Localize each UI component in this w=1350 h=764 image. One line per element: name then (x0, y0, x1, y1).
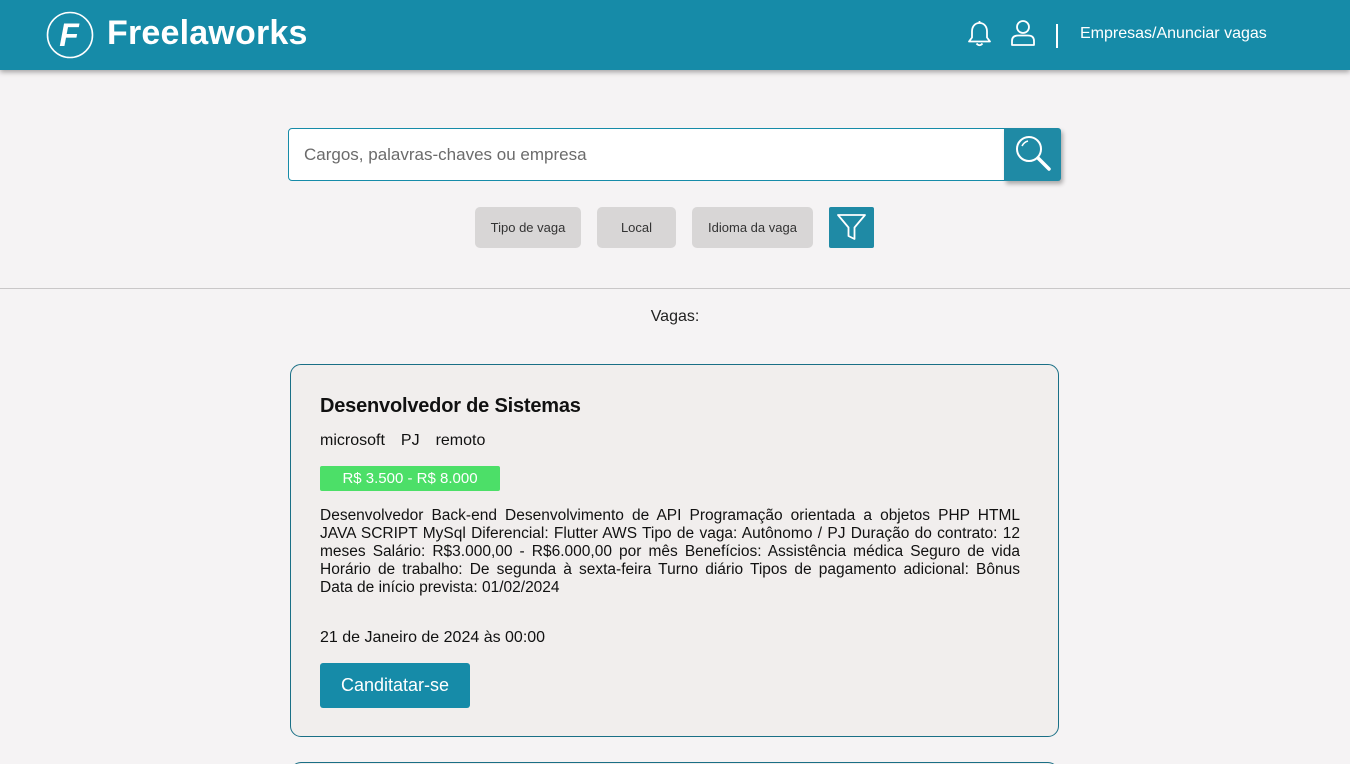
apply-button[interactable]: Canditatar-se (320, 663, 470, 708)
job-description: Desenvolvedor Back-end Desenvolvimento d… (320, 507, 1020, 596)
job-card: Desenvolvedor de Sistemas microsoft PJ r… (290, 364, 1059, 737)
top-navbar: F Freelaworks Empresas/Anunciar vagas (0, 0, 1350, 70)
section-divider (0, 288, 1350, 289)
job-posted-date: 21 de Janeiro de 2024 às 00:00 (320, 629, 546, 646)
svg-text:F: F (59, 17, 80, 53)
salary-badge: R$ 3.500 - R$ 8.000 (320, 466, 500, 491)
search-box (288, 128, 1006, 181)
jobs-section-title: Vagas: (650, 308, 700, 325)
job-language-filter[interactable]: Idioma da vaga (692, 207, 813, 248)
brand-name[interactable]: Freelaworks (107, 14, 308, 53)
bell-icon[interactable] (966, 20, 993, 48)
search-button[interactable] (1004, 128, 1061, 181)
work-mode-tag: remoto (435, 432, 486, 449)
search-input[interactable] (289, 129, 1005, 180)
header-divider (1056, 24, 1058, 48)
contract-type-tag: PJ (400, 432, 420, 449)
user-icon[interactable] (1010, 19, 1036, 47)
funnel-icon (837, 214, 866, 240)
location-filter[interactable]: Local (597, 207, 676, 248)
search-icon (1016, 136, 1051, 171)
companies-post-jobs-link[interactable]: Empresas/Anunciar vagas (1080, 25, 1267, 43)
filter-button[interactable] (829, 207, 874, 248)
company-tag: microsoft (320, 432, 385, 449)
job-title[interactable]: Desenvolvedor de Sistemas (320, 395, 581, 418)
job-tags: microsoft PJ remoto (320, 432, 501, 450)
job-type-filter[interactable]: Tipo de vaga (475, 207, 581, 248)
freelaworks-logo-icon[interactable]: F (46, 11, 94, 59)
